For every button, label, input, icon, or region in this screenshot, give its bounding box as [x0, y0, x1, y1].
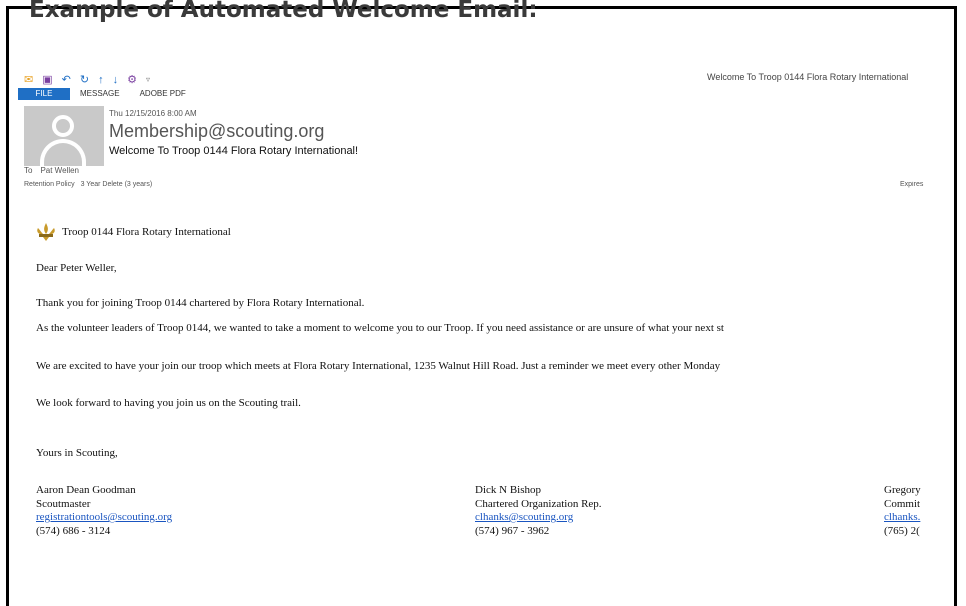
tab-file[interactable]: FILE [18, 88, 70, 100]
retention-label: Retention Policy [24, 181, 75, 188]
down-arrow-icon[interactable]: ↓ [113, 74, 119, 86]
paragraph-1: Thank you for joining Troop 0144 charter… [36, 297, 365, 309]
avatar-body-icon [40, 139, 86, 166]
retention-value: 3 Year Delete (3 years) [80, 181, 153, 188]
page-heading: Example of Automated Welcome Email: [29, 0, 538, 23]
window-title: Welcome To Troop 0144 Flora Rotary Inter… [707, 72, 909, 82]
troop-header: Troop 0144 Flora Rotary International [34, 222, 231, 242]
paragraph-3: We are excited to have your join our tro… [36, 360, 721, 372]
fleur-de-lis-icon [37, 223, 55, 241]
signature-name: Dick N Bishop [475, 484, 541, 496]
signature-name: Aaron Dean Goodman [36, 484, 136, 496]
to-label: To [24, 166, 33, 175]
signature-block-3: Gregory Commit clhanks. (765) 2( [884, 484, 932, 538]
ribbon-tabs: FILE MESSAGE ADOBE PDF [18, 88, 196, 100]
mail-icon[interactable]: ✉ [24, 74, 33, 86]
dropdown-icon[interactable]: ▿ [146, 74, 150, 86]
greeting: Dear Peter Weller, [36, 262, 117, 274]
closing: Yours in Scouting, [36, 447, 118, 459]
recipient-line: To Pat Wellen [24, 166, 79, 175]
paragraph-4: We look forward to having you join us on… [36, 397, 301, 409]
undo-icon[interactable]: ↶ [62, 74, 71, 86]
retention-policy: Retention Policy 3 Year Delete (3 years) [24, 181, 152, 188]
avatar-head-icon [52, 115, 74, 137]
signature-block-1: Aaron Dean Goodman Scoutmaster registrat… [36, 484, 416, 538]
up-arrow-icon[interactable]: ↑ [98, 74, 104, 86]
expires-label: Expires [900, 181, 924, 188]
paragraph-2: As the volunteer leaders of Troop 0144, … [36, 322, 724, 334]
signature-phone: (574) 686 - 3124 [36, 524, 111, 537]
tab-adobe-pdf[interactable]: ADOBE PDF [130, 88, 196, 100]
signature-email-link[interactable]: clhanks@scouting.org [475, 511, 815, 525]
signature-email-link[interactable]: clhanks. [884, 511, 932, 525]
quick-access-toolbar: ✉ ▣ ↶ ↻ ↑ ↓ ⚙ ▿ [24, 73, 150, 87]
email-sender[interactable]: Membership@scouting.org [109, 121, 324, 142]
signature-name: Gregory [884, 484, 921, 496]
redo-icon[interactable]: ↻ [80, 74, 89, 86]
tab-message[interactable]: MESSAGE [70, 88, 130, 100]
recipient-name[interactable]: Pat Wellen [40, 166, 79, 175]
customize-icon[interactable]: ⚙ [127, 74, 137, 86]
signature-role: Commit [884, 497, 921, 510]
signature-email-link[interactable]: registrationtools@scouting.org [36, 511, 416, 525]
email-date: Thu 12/15/2016 8:00 AM [109, 109, 197, 118]
avatar [24, 106, 104, 166]
signature-role: Chartered Organization Rep. [475, 497, 602, 510]
signature-phone: (765) 2( [884, 524, 920, 537]
email-subject: Welcome To Troop 0144 Flora Rotary Inter… [109, 145, 359, 157]
signature-phone: (574) 967 - 3962 [475, 524, 550, 537]
signature-block-2: Dick N Bishop Chartered Organization Rep… [475, 484, 815, 538]
signature-role: Scoutmaster [36, 497, 91, 510]
save-icon[interactable]: ▣ [42, 74, 52, 86]
troop-name: Troop 0144 Flora Rotary International [62, 226, 231, 238]
